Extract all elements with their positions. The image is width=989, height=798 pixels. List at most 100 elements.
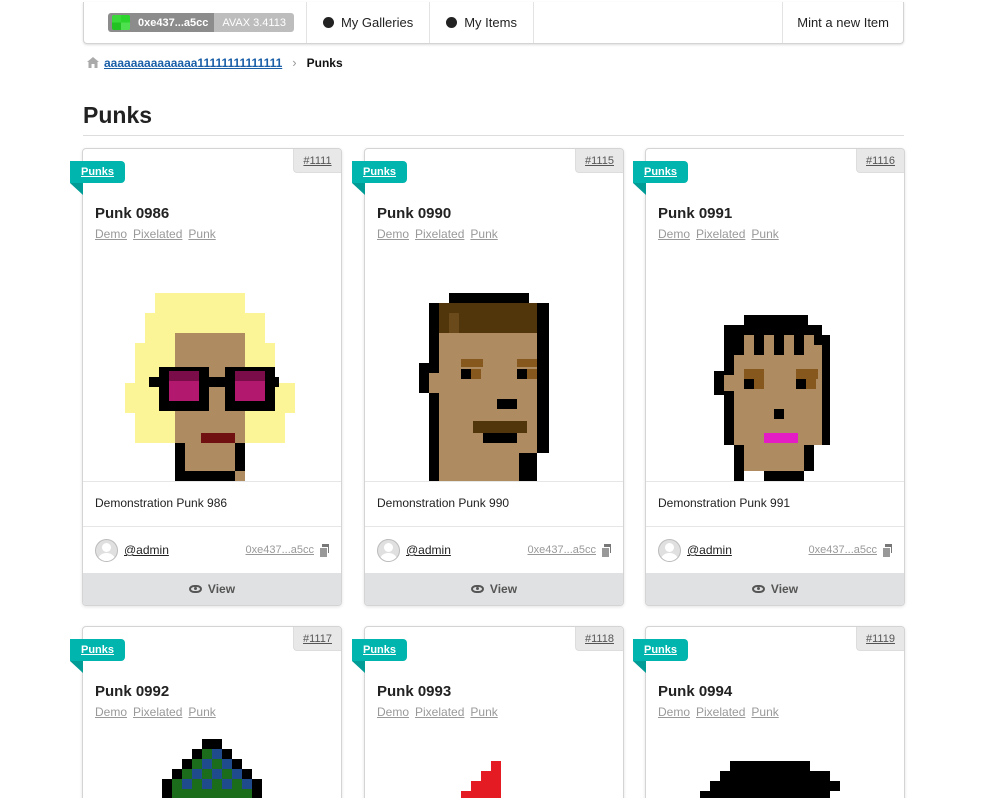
page-title: Punks: [83, 102, 153, 128]
card-description: Demonstration Punk 990: [365, 481, 623, 527]
copy-icon[interactable]: [601, 544, 611, 558]
tag-link[interactable]: Demo: [377, 705, 409, 719]
wallet-section[interactable]: 0xe437...a5cc AVAX 3.4113: [84, 2, 307, 43]
owner-link[interactable]: @admin: [124, 543, 169, 557]
gallery-ribbon[interactable]: Punks: [352, 161, 408, 195]
tag-list: Demo Pixelated Punk: [377, 227, 498, 241]
tag-list: Demo Pixelated Punk: [95, 705, 216, 719]
tag-link[interactable]: Punk: [470, 227, 497, 241]
gallery-ribbon[interactable]: Punks: [633, 161, 689, 195]
wallet-pill[interactable]: 0xe437...a5cc AVAX 3.4113: [108, 13, 294, 32]
tag-link[interactable]: Pixelated: [415, 705, 464, 719]
tag-link[interactable]: Demo: [658, 227, 690, 241]
eye-icon: [188, 585, 202, 593]
gallery-ribbon[interactable]: Punks: [352, 639, 408, 673]
punk-image: [419, 293, 549, 481]
item-id-link[interactable]: #1117: [293, 627, 341, 651]
card-title: Punk 0993: [377, 683, 452, 700]
mint-new-item-label: Mint a new Item: [797, 15, 889, 30]
breadcrumb-gallery-link[interactable]: aaaaaaaaaaaaaa11111111111111: [104, 56, 282, 70]
tag-link[interactable]: Punk: [188, 227, 215, 241]
item-card[interactable]: #1119 Punks Punk 0994 Demo Pixelated Pun…: [633, 626, 905, 798]
nav-my-items-label: My Items: [464, 15, 517, 30]
tag-link[interactable]: Punk: [470, 705, 497, 719]
item-id-link[interactable]: #1115: [575, 149, 623, 173]
tag-list: Demo Pixelated Punk: [658, 227, 779, 241]
tag-link[interactable]: Punk: [188, 705, 215, 719]
item-card[interactable]: #1111 Punks Punk 0986 Demo Pixelated Pun…: [70, 148, 342, 606]
card-owner-row: @admin 0xe437...a5cc: [646, 527, 904, 573]
wallet-balance: AVAX 3.4113: [214, 13, 294, 32]
punk-image: [700, 761, 840, 798]
view-button[interactable]: View: [365, 573, 623, 605]
view-button[interactable]: View: [83, 573, 341, 605]
item-card[interactable]: #1115 Punks Punk 0990 Demo Pixelated Pun…: [352, 148, 624, 606]
view-button-label: View: [770, 582, 799, 596]
tag-link[interactable]: Punk: [751, 227, 778, 241]
card-description: Demonstration Punk 991: [646, 481, 904, 527]
eye-icon: [751, 585, 765, 593]
tag-link[interactable]: Punk: [751, 705, 778, 719]
wallet-address-label: 0xe437...a5cc: [108, 13, 215, 32]
item-card[interactable]: #1118 Punks Punk 0993 Demo Pixelated Pun…: [352, 626, 624, 798]
gallery-ribbon[interactable]: Punks: [70, 161, 126, 195]
card-title: Punk 0994: [658, 683, 733, 700]
nav-my-galleries[interactable]: My Galleries: [307, 2, 431, 43]
breadcrumb-current: Punks: [306, 55, 343, 70]
punk-image: [461, 761, 501, 798]
tag-link[interactable]: Demo: [377, 227, 409, 241]
wallet-avatar-icon: [112, 15, 130, 30]
gallery-ribbon[interactable]: Punks: [70, 639, 126, 673]
view-button-label: View: [489, 582, 518, 596]
item-id-link[interactable]: #1119: [856, 627, 904, 651]
gallery-ribbon[interactable]: Punks: [633, 639, 689, 673]
card-title: Punk 0990: [377, 205, 452, 222]
eye-icon: [470, 585, 484, 593]
owner-address-link[interactable]: 0xe437...a5cc: [246, 544, 315, 556]
home-icon[interactable]: [87, 57, 99, 68]
top-navbar: 0xe437...a5cc AVAX 3.4113 My Galleries M…: [83, 2, 904, 44]
avatar: [658, 538, 681, 562]
owner-address-link[interactable]: 0xe437...a5cc: [809, 544, 878, 556]
tag-link[interactable]: Pixelated: [133, 705, 182, 719]
tag-link[interactable]: Pixelated: [696, 227, 745, 241]
owner-link[interactable]: @admin: [406, 543, 451, 557]
owner-address-link[interactable]: 0xe437...a5cc: [528, 544, 597, 556]
tag-link[interactable]: Demo: [658, 705, 690, 719]
item-card[interactable]: #1116 Punks Punk 0991 Demo Pixelated Pun…: [633, 148, 905, 606]
nav-my-galleries-label: My Galleries: [340, 15, 414, 30]
card-owner-row: @admin 0xe437...a5cc: [365, 527, 623, 573]
heading-divider: [83, 135, 904, 136]
item-id-link[interactable]: #1116: [856, 149, 904, 173]
tag-link[interactable]: Pixelated: [696, 705, 745, 719]
item-id-link[interactable]: #1118: [575, 627, 623, 651]
breadcrumb-separator: ›: [292, 55, 297, 70]
tag-list: Demo Pixelated Punk: [95, 227, 216, 241]
avatar: [377, 538, 400, 562]
tag-link[interactable]: Demo: [95, 227, 127, 241]
card-title: Punk 0991: [658, 205, 733, 222]
item-card[interactable]: #1117 Punks Punk 0992 Demo Pixelated Pun…: [70, 626, 342, 798]
view-button[interactable]: View: [646, 573, 904, 605]
tag-link[interactable]: Demo: [95, 705, 127, 719]
owner-link[interactable]: @admin: [687, 543, 732, 557]
tag-link[interactable]: Pixelated: [133, 227, 182, 241]
view-button-label: View: [207, 582, 236, 596]
card-title: Punk 0986: [95, 205, 170, 222]
punk-image: [162, 739, 262, 798]
copy-icon[interactable]: [319, 544, 329, 558]
card-title: Punk 0992: [95, 683, 170, 700]
tag-list: Demo Pixelated Punk: [658, 705, 779, 719]
tag-link[interactable]: Pixelated: [415, 227, 464, 241]
punk-image: [125, 293, 295, 481]
copy-icon[interactable]: [882, 544, 892, 558]
nav-my-items[interactable]: My Items: [430, 2, 534, 43]
card-owner-row: @admin 0xe437...a5cc: [83, 527, 341, 573]
mint-new-item-link[interactable]: Mint a new Item: [782, 2, 903, 43]
avatar: [95, 538, 118, 562]
tag-list: Demo Pixelated Punk: [377, 705, 498, 719]
punk-image: [714, 315, 830, 481]
circle-icon: [446, 17, 458, 28]
card-description: Demonstration Punk 986: [83, 481, 341, 527]
item-id-link[interactable]: #1111: [293, 149, 341, 173]
